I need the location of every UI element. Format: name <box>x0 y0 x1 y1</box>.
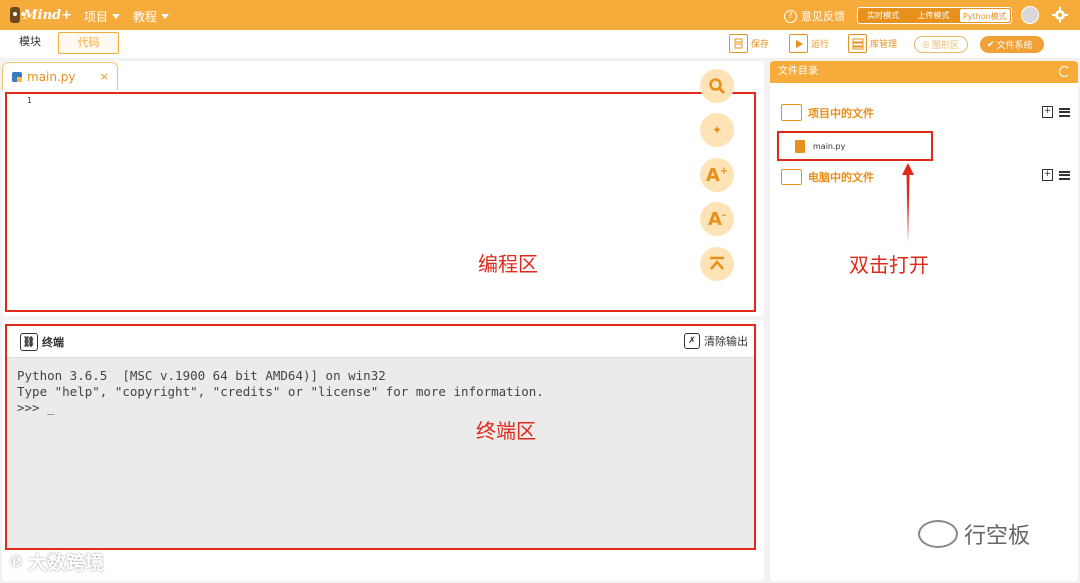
terminal-area-annotation: 终端区 <box>476 419 536 443</box>
tab-code[interactable]: 代码 <box>58 32 119 54</box>
monitor-icon <box>781 169 802 185</box>
run-button[interactable]: 运行 <box>789 34 829 53</box>
menu-icon[interactable] <box>1059 170 1070 180</box>
toolbar: 模块 代码 保存 运行 库管理 ◎ 图形区 ✔ 文件系统 <box>0 30 1080 58</box>
font-decrease-button[interactable]: A- <box>700 202 734 236</box>
file-tab-main[interactable]: main.py × <box>2 62 118 90</box>
gear-icon[interactable] <box>1052 7 1068 23</box>
top-bar: Mind+ 项目 教程 ? 意见反馈 实时模式 上传模式 Python模式 <box>0 0 1080 30</box>
scroll-top-button[interactable] <box>700 247 734 281</box>
font-increase-icon: A+ <box>705 164 729 186</box>
check-circle-icon: ✔ <box>987 39 995 50</box>
mode-python[interactable]: Python模式 <box>959 9 1010 22</box>
file-directory-header: 文件目录 <box>770 61 1078 83</box>
project-files-label: 项目中的文件 <box>808 106 874 120</box>
computer-files-label: 电脑中的文件 <box>808 171 874 184</box>
menu-tutorial-label: 教程 <box>133 10 158 24</box>
clear-output-button[interactable]: ✗ 清除输出 <box>684 333 748 349</box>
computer-files-actions: + <box>1042 169 1070 181</box>
save-label: 保存 <box>751 40 770 50</box>
double-click-annotation: 双击打开 <box>849 253 929 277</box>
broom-icon: ✗ <box>684 333 700 349</box>
magic-button[interactable]: ✦ <box>700 113 734 147</box>
terminal-header: ⛓ 终端 ✗ 清除输出 <box>7 326 754 358</box>
robot-logo-icon <box>10 7 21 23</box>
computer-files-section[interactable]: 电脑中的文件 <box>781 169 874 185</box>
add-file-icon[interactable]: + <box>1042 106 1053 118</box>
play-icon <box>789 34 808 53</box>
run-label: 运行 <box>811 40 830 50</box>
tab-blocks[interactable]: 模块 <box>2 32 58 54</box>
avatar[interactable] <box>1021 6 1039 24</box>
wechat-icon <box>918 520 958 548</box>
menu-icon[interactable] <box>1059 107 1070 117</box>
folder-list-icon <box>781 104 802 121</box>
line-number: 1 <box>27 96 32 105</box>
feedback-button[interactable]: ? 意见反馈 <box>784 8 845 24</box>
coding-area-annotation: 编程区 <box>478 252 538 276</box>
brand-name: Mind+ <box>23 7 72 23</box>
project-files-actions: + <box>1042 106 1070 118</box>
code-editor[interactable]: 1 <box>5 92 756 312</box>
menu-project[interactable]: 项目 <box>84 8 121 25</box>
graphic-area-button[interactable]: ◎ 图形区 <box>914 36 968 53</box>
library-label: 库管理 <box>870 40 898 50</box>
add-file-icon[interactable]: + <box>1042 169 1053 181</box>
terminal-title: ⛓ 终端 <box>20 333 64 351</box>
font-increase-button[interactable]: A+ <box>700 158 734 192</box>
graphic-icon: ◎ <box>922 39 930 50</box>
file-tab-label: main.py <box>27 69 76 84</box>
save-button[interactable]: 保存 <box>729 34 769 53</box>
sparkle-icon: ✦ <box>711 123 723 137</box>
file-item-main[interactable]: main.py <box>777 131 933 161</box>
wechat-watermark-text: 行空板 <box>964 524 1031 549</box>
scroll-top-icon <box>710 256 724 270</box>
wechat-watermark: 行空板 <box>918 518 1030 550</box>
chevron-down-icon <box>112 14 121 19</box>
terminal-output: Python 3.6.5 [MSC v.1900 64 bit AMD64)] … <box>17 368 544 415</box>
python-file-icon <box>12 71 22 82</box>
save-icon <box>729 34 748 53</box>
filesystem-label: 文件系统 <box>996 41 1033 51</box>
filesystem-button[interactable]: ✔ 文件系统 <box>980 36 1044 53</box>
mode-upload[interactable]: 上传模式 <box>908 8 958 23</box>
close-icon[interactable]: × <box>100 70 109 83</box>
chevron-down-icon <box>161 14 170 19</box>
question-icon: ? <box>784 9 797 23</box>
mindplus-logo[interactable]: Mind+ <box>10 5 72 25</box>
mode-realtime[interactable]: 实时模式 <box>858 8 908 23</box>
terminal-title-label: 终端 <box>42 336 64 349</box>
menu-tutorial[interactable]: 教程 <box>133 8 170 25</box>
file-item-label: main.py <box>813 141 846 151</box>
menu-project-label: 项目 <box>84 10 109 24</box>
font-decrease-icon: A- <box>707 208 727 230</box>
bottom-watermark-text: 大数跨境 <box>28 552 105 574</box>
search-icon <box>709 78 726 95</box>
search-button[interactable] <box>700 69 734 103</box>
document-icon <box>795 139 805 153</box>
refresh-icon[interactable] <box>1059 66 1070 77</box>
project-files-section[interactable]: 项目中的文件 <box>781 104 874 121</box>
watermark-logo-icon: ℗ <box>8 552 24 571</box>
library-button[interactable]: 库管理 <box>848 34 897 53</box>
red-arrow-annotation <box>902 163 914 243</box>
graphic-label: 图形区 <box>931 41 959 51</box>
file-directory-title: 文件目录 <box>778 66 818 77</box>
terminal[interactable]: ⛓ 终端 ✗ 清除输出 Python 3.6.5 [MSC v.1900 64 … <box>5 324 756 550</box>
mode-switcher: 实时模式 上传模式 Python模式 <box>857 7 1012 24</box>
feedback-label: 意见反馈 <box>801 10 845 23</box>
library-icon <box>848 34 867 53</box>
link-icon: ⛓ <box>20 333 38 351</box>
clear-output-label: 清除输出 <box>704 335 748 348</box>
bottom-watermark: ℗ 大数跨境 <box>8 548 104 575</box>
